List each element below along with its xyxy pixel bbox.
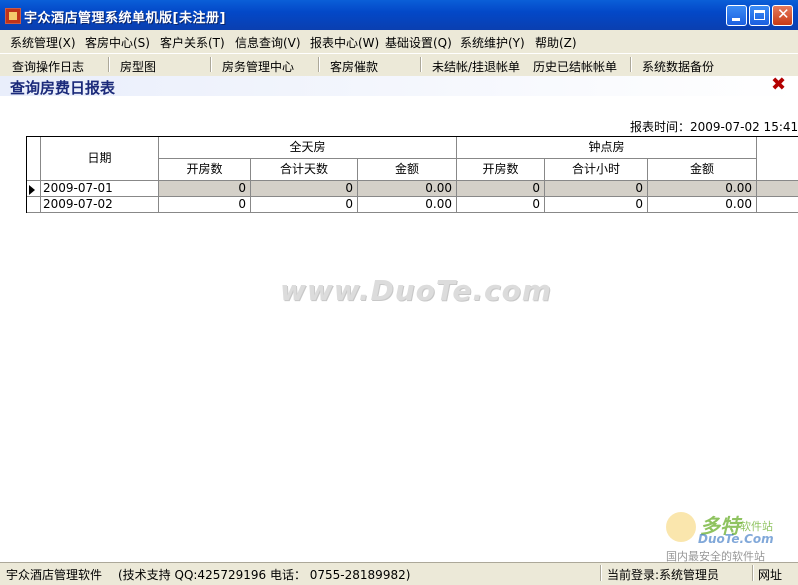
toolbar-separator: [108, 57, 110, 72]
table-cell-hour-hours[interactable]: 0: [545, 181, 648, 197]
menu-rooms[interactable]: 客房中心(S): [85, 34, 150, 51]
report-content: 报表时间：2009-07-02 15:41:0 日期 全天房 钟点房 开房数 合…: [0, 96, 798, 563]
column-header-date[interactable]: 日期: [41, 137, 159, 181]
table-cell-hour-rooms[interactable]: 0: [457, 181, 545, 197]
table-cell-full-rooms[interactable]: 0: [159, 197, 251, 213]
column-header-hour-rooms[interactable]: 开房数: [457, 159, 545, 181]
column-header-hour-amount[interactable]: 金额: [648, 159, 757, 181]
table-cell-date[interactable]: 2009-07-01: [41, 181, 159, 197]
row-indicator[interactable]: [27, 181, 41, 197]
menu-help[interactable]: 帮助(Z): [535, 34, 577, 51]
status-separator: [752, 565, 754, 581]
group-header-full-day: 全天房: [159, 137, 457, 159]
status-bar: 宇众酒店管理软件 (技术支持 QQ:425729196 电话： 0755-281…: [0, 562, 798, 585]
column-header-extra: [757, 137, 798, 181]
table-cell-full-amount[interactable]: 0.00: [358, 181, 457, 197]
menu-query[interactable]: 信息查询(V): [235, 34, 301, 51]
close-window-button[interactable]: ✕: [772, 5, 793, 26]
toolbar-room-map[interactable]: 房型图: [120, 58, 156, 75]
minimize-button[interactable]: [726, 5, 747, 26]
row-indicator-header: [27, 137, 41, 181]
toolbar: 查询操作日志 房型图 房务管理中心 客房催款 未结帐/挂退帐单 历史已结帐帐单 …: [0, 53, 798, 77]
table-cell-full-days[interactable]: 0: [251, 197, 358, 213]
column-header-hour-hours[interactable]: 合计小时: [545, 159, 648, 181]
status-separator: [600, 565, 602, 581]
report-grid[interactable]: 日期 全天房 钟点房 开房数 合计天数 金额 开房数 合计小时 金额 2009-…: [26, 136, 798, 213]
current-row-arrow-icon: [29, 185, 35, 195]
row-indicator[interactable]: [27, 197, 41, 213]
table-cell-hour-amount[interactable]: 0.00: [648, 197, 757, 213]
group-header-hourly: 钟点房: [457, 137, 757, 159]
menu-bar: 系统管理(X) 客房中心(S) 客户关系(T) 信息查询(V) 报表中心(W) …: [0, 30, 798, 52]
table-cell-extra[interactable]: [757, 181, 798, 197]
menu-basic-settings[interactable]: 基础设置(Q): [385, 34, 452, 51]
toolbar-settled-history[interactable]: 历史已结帐帐单: [533, 58, 617, 75]
toolbar-separator: [630, 57, 632, 72]
toolbar-housekeeping-center[interactable]: 房务管理中心: [222, 58, 294, 75]
mascot-icon: [666, 512, 696, 542]
column-header-full-amount[interactable]: 金额: [358, 159, 457, 181]
table-cell-hour-rooms[interactable]: 0: [457, 197, 545, 213]
table-cell-hour-hours[interactable]: 0: [545, 197, 648, 213]
column-header-full-days[interactable]: 合计天数: [251, 159, 358, 181]
app-icon[interactable]: [5, 8, 21, 24]
status-website[interactable]: 网址: [758, 566, 782, 583]
menu-system[interactable]: 系统管理(X): [10, 34, 76, 51]
watermark: www.DuoTe.com: [280, 274, 552, 307]
toolbar-separator: [318, 57, 320, 72]
toolbar-separator: [210, 57, 212, 72]
report-time: 报表时间：2009-07-02 15:41:0: [630, 120, 798, 134]
table-cell-extra[interactable]: [757, 197, 798, 213]
close-report-icon[interactable]: ✖: [771, 76, 786, 94]
status-support: (技术支持 QQ:425729196 电话： 0755-28189982): [118, 568, 411, 582]
maximize-icon: [754, 10, 765, 20]
table-cell-date[interactable]: 2009-07-02: [41, 197, 159, 213]
table-cell-full-rooms[interactable]: 0: [159, 181, 251, 197]
close-icon: ✕: [777, 5, 790, 23]
corner-logo: 多特 软件站 DuoTe.Com 国内最安全的软件站: [662, 508, 796, 563]
toolbar-operation-log[interactable]: 查询操作日志: [12, 58, 84, 75]
logo-url: DuoTe.Com: [698, 532, 774, 546]
table-cell-hour-amount[interactable]: 0.00: [648, 181, 757, 197]
maximize-button[interactable]: [749, 5, 770, 26]
status-login: 当前登录:系统管理员: [607, 568, 720, 582]
menu-reports[interactable]: 报表中心(W): [310, 34, 379, 51]
table-cell-full-days[interactable]: 0: [251, 181, 358, 197]
menu-maintenance[interactable]: 系统维护(Y): [460, 34, 525, 51]
minimize-icon: [732, 18, 740, 21]
report-header: 查询房费日报表 ✖: [0, 76, 798, 97]
menu-customers[interactable]: 客户关系(T): [160, 34, 225, 51]
toolbar-data-backup[interactable]: 系统数据备份: [642, 58, 714, 75]
toolbar-separator: [420, 57, 422, 72]
table-cell-full-amount[interactable]: 0.00: [358, 197, 457, 213]
page-title: 查询房费日报表: [10, 79, 116, 97]
status-app-name: 宇众酒店管理软件: [6, 568, 103, 582]
title-bar: 宇众酒店管理系统单机版[未注册] ✕: [0, 0, 798, 30]
window-title: 宇众酒店管理系统单机版[未注册]: [24, 11, 226, 26]
toolbar-payment-reminder[interactable]: 客房催款: [330, 58, 378, 75]
toolbar-unsettled-bills[interactable]: 未结帐/挂退帐单: [432, 58, 520, 75]
column-header-full-rooms[interactable]: 开房数: [159, 159, 251, 181]
